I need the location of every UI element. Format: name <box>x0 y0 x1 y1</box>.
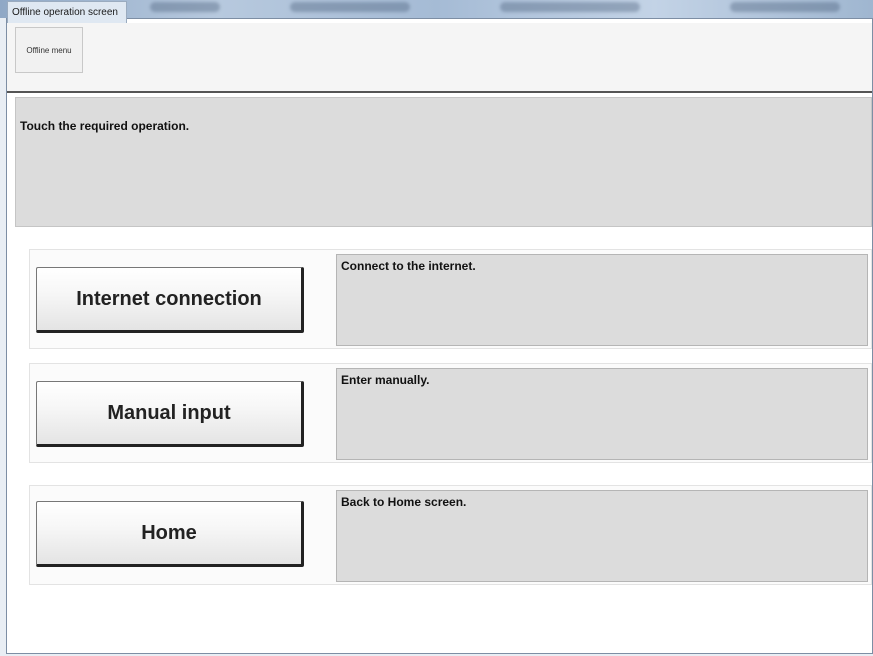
option-row-manual: Manual input Enter manually. <box>29 363 872 463</box>
blurred-background-item <box>730 2 840 12</box>
option-row-home: Home Back to Home screen. <box>29 485 872 585</box>
manual-input-description: Enter manually. <box>336 368 868 460</box>
description-text: Enter manually. <box>341 373 430 387</box>
instruction-panel: Touch the required operation. <box>15 97 872 227</box>
internet-connection-button[interactable]: Internet connection <box>36 267 304 333</box>
offline-operation-window: Offline operation screen Offline menu To… <box>6 1 873 654</box>
internet-connection-description: Connect to the internet. <box>336 254 868 346</box>
description-text: Connect to the internet. <box>341 259 476 273</box>
menu-bar: Offline menu <box>7 23 872 93</box>
blurred-background-item <box>290 2 410 12</box>
instruction-text: Touch the required operation. <box>20 119 190 133</box>
background-window-strip <box>0 0 873 18</box>
manual-input-button[interactable]: Manual input <box>36 381 304 447</box>
window-titlebar: Offline operation screen <box>7 1 127 23</box>
home-description: Back to Home screen. <box>336 490 868 582</box>
blurred-background-item <box>500 2 640 12</box>
offline-menu-button[interactable]: Offline menu <box>15 27 83 73</box>
blurred-background-item <box>150 2 220 12</box>
window-title: Offline operation screen <box>12 7 118 18</box>
option-row-internet: Internet connection Connect to the inter… <box>29 249 872 349</box>
home-button[interactable]: Home <box>36 501 304 567</box>
description-text: Back to Home screen. <box>341 495 467 509</box>
